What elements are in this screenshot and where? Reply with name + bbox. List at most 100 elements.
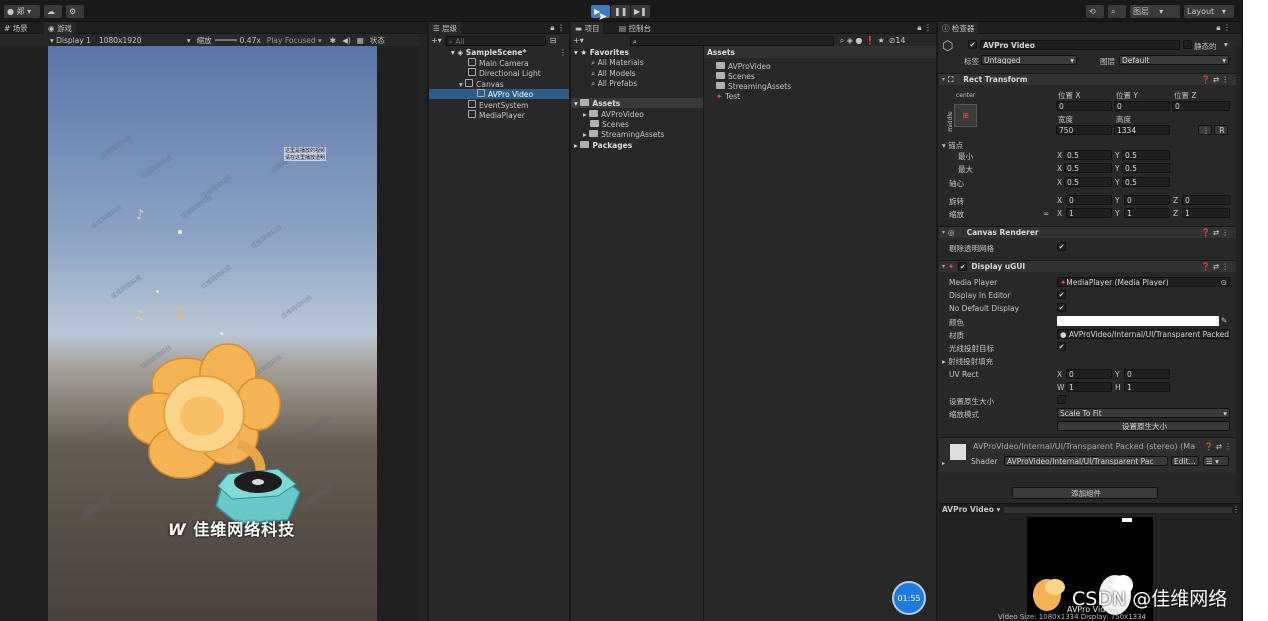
material-field[interactable]: ● AVProVideo/Internal/UI/Transparent Pac… [1057, 329, 1230, 339]
shader-edit-button[interactable]: Edit... [1171, 456, 1199, 466]
search-icon[interactable]: ⌕ [1108, 5, 1126, 18]
raycast-checkbox[interactable]: ✔ [1057, 342, 1066, 351]
color-swatch[interactable] [1057, 316, 1219, 326]
blueprint-button[interactable]: ⋮ [1198, 125, 1212, 135]
preview-menu-icon[interactable]: ⋮ [1232, 505, 1240, 514]
cull-checkbox[interactable]: ✔ [1057, 242, 1066, 251]
packages-folder[interactable]: ▸ Packages [574, 141, 632, 150]
asset-item[interactable]: AVProVideo [716, 62, 771, 71]
hierarchy-item[interactable]: Main Camera [468, 58, 529, 68]
tag-dropdown[interactable]: Untagged ▾ [981, 55, 1077, 65]
hierarchy-item[interactable]: Directional Light [468, 68, 541, 78]
media-player-field[interactable]: ✦MediaPlayer (Media Player) ⊙ [1057, 277, 1230, 287]
component-menu-icon[interactable]: ❓ ⇄ ⋮ [1201, 75, 1229, 84]
gizmo-icon[interactable]: ▦ [357, 36, 364, 45]
tab-hierarchy[interactable]: ☰ 层级 [429, 22, 462, 34]
play-mode-dropdown[interactable]: Play Focused ▾ [267, 36, 322, 45]
component-menu-icon[interactable]: ❓ ⇄ ⋮ [1201, 228, 1229, 237]
height-field[interactable]: 1334 [1114, 125, 1170, 135]
shader-list-button[interactable]: ☰ ▾ [1203, 456, 1229, 466]
favorite-item[interactable]: ⌕ All Materials [591, 58, 644, 68]
add-icon[interactable]: +▾ [431, 36, 442, 45]
rect-transform-header[interactable]: ▾ ⛶ Rect Transform ❓ ⇄ ⋮ [939, 73, 1237, 85]
search-filter-icons[interactable]: ⌕ ◈ ● ❗ ★ [840, 36, 885, 46]
resolution-dropdown[interactable]: 1080x1920 ▾ [99, 36, 191, 45]
pivot-x[interactable]: 0.5 [1064, 177, 1112, 187]
favorites-section[interactable]: ▾ ★ Favorites [574, 48, 629, 57]
preview-title[interactable]: AVPro Video ▾ [942, 505, 1000, 514]
rotation-y[interactable]: 0 [1124, 195, 1170, 205]
uv-y[interactable]: 0 [1124, 369, 1170, 379]
tab-inspector[interactable]: ⓘ 检查器 [938, 22, 979, 34]
pos-y-field[interactable]: 0 [1114, 101, 1170, 111]
layout-dropdown[interactable]: Layout ▾ [1184, 5, 1234, 18]
hierarchy-item-selected[interactable]: AVPro Video [477, 89, 533, 99]
scale-mode-dropdown[interactable]: Scale To Fit ▾ [1057, 408, 1230, 418]
hierarchy-scene[interactable]: ▾ ◈ SampleScene* [451, 48, 526, 57]
raw-edit-button[interactable]: R [1214, 125, 1228, 135]
link-icon[interactable]: ∞ [1043, 209, 1049, 218]
pos-z-field[interactable]: 0 [1172, 101, 1230, 111]
object-name-field[interactable]: AVPro Video [980, 40, 1180, 50]
rotation-z[interactable]: 0 [1182, 195, 1230, 205]
hierarchy-item[interactable]: ▾ Canvas [459, 79, 504, 89]
anchor-max-y[interactable]: 0.5 [1122, 163, 1170, 173]
game-scrollbar[interactable] [418, 34, 427, 621]
inspector-scrollbar[interactable] [1236, 46, 1241, 496]
lock-icon[interactable]: 🔒︎ ⋮ [1216, 23, 1231, 33]
scale-y[interactable]: 1 [1124, 208, 1170, 218]
display-dropdown[interactable]: ▾ Display 1 [50, 36, 91, 45]
scale-x[interactable]: 1 [1066, 208, 1112, 218]
tab-project[interactable]: ▬ 项目 [571, 22, 604, 34]
history-icon[interactable]: ⟲ [1086, 5, 1104, 18]
filter-icon[interactable]: ⊟ [550, 36, 557, 45]
eyedropper-icon[interactable]: ✎ [1221, 316, 1227, 325]
pause-button[interactable]: ❚❚ [611, 5, 630, 18]
collab-icon[interactable]: ⚙ [66, 5, 84, 18]
width-field[interactable]: 750 [1056, 125, 1112, 135]
display-ugui-header[interactable]: ▾ ✦ ✔ Display uGUI ❓ ⇄ ⋮ [939, 260, 1237, 272]
component-enable-checkbox[interactable]: ✔ [958, 262, 968, 271]
anchor-min-x[interactable]: 0.5 [1064, 150, 1112, 160]
anchors-foldout[interactable]: ▾ 锚点 [942, 140, 963, 151]
static-checkbox[interactable] [1183, 40, 1192, 49]
cloud-icon[interactable]: ☁ [44, 5, 62, 18]
step-button[interactable]: ▶❚ [631, 5, 650, 18]
scale-slider[interactable] [214, 39, 237, 41]
panel-menu-icon[interactable]: 🔒︎ ⋮ [917, 23, 932, 33]
native-size-checkbox[interactable] [1057, 395, 1066, 404]
pos-x-field[interactable]: 0 [1056, 101, 1112, 111]
tab-game[interactable]: ◉ 游戏 [44, 22, 76, 34]
account-dropdown[interactable]: ● 郑 ▾ [4, 5, 40, 18]
project-search-input[interactable]: ⌕ [629, 35, 834, 46]
layer-dropdown[interactable]: Default ▾ [1119, 55, 1229, 65]
bug-icon[interactable]: ✱ [330, 36, 336, 45]
pivot-y[interactable]: 0.5 [1122, 177, 1170, 187]
canvas-renderer-header[interactable]: ▾ ◎ Canvas Renderer ❓ ⇄ ⋮ [939, 226, 1237, 238]
asset-item[interactable]: StreamingAssets [716, 82, 791, 91]
favorite-item[interactable]: ⌕ All Models [591, 69, 636, 79]
anchor-min-y[interactable]: 0.5 [1122, 150, 1170, 160]
asset-item[interactable]: Scenes [716, 72, 755, 81]
stats-toggle[interactable]: 状态 [370, 35, 385, 46]
scene-menu-icon[interactable]: ⋮ [559, 48, 567, 57]
add-icon[interactable]: +▾ [573, 36, 584, 45]
hierarchy-item[interactable]: EventSystem [468, 100, 528, 110]
display-in-editor-checkbox[interactable]: ✔ [1057, 290, 1066, 299]
raycast-padding-foldout[interactable]: ▸ 射线投射填充 [942, 356, 993, 367]
audio-icon[interactable]: ◀) [342, 36, 351, 45]
scale-z[interactable]: 1 [1182, 208, 1230, 218]
component-menu-icon[interactable]: ❓ ⇄ ⋮ [1204, 442, 1232, 451]
anchor-max-x[interactable]: 0.5 [1064, 163, 1112, 173]
active-checkbox[interactable]: ✔ [968, 40, 977, 49]
uv-h[interactable]: 1 [1124, 382, 1170, 392]
hierarchy-item[interactable]: MediaPlayer [468, 110, 525, 120]
uv-x[interactable]: 0 [1066, 369, 1112, 379]
tab-scene[interactable]: # 场景 [0, 22, 32, 34]
native-size-button[interactable]: 设置原生大小 [1057, 421, 1230, 431]
asset-item[interactable]: ✦ Test [716, 92, 740, 101]
add-component-button[interactable]: 添加组件 [1012, 487, 1158, 499]
component-menu-icon[interactable]: ❓ ⇄ ⋮ [1201, 262, 1229, 271]
lock-icon[interactable]: 🔒︎ ⋮ [550, 23, 565, 33]
breadcrumb[interactable]: Assets [707, 48, 735, 57]
